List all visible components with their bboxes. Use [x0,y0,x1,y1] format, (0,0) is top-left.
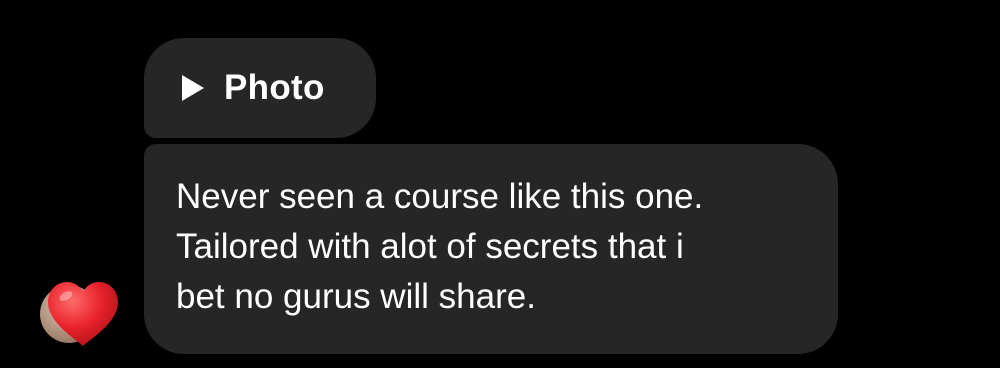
text-message-bubble[interactable]: Never seen a course like this one. Tailo… [144,144,838,354]
photo-label: Photo [224,68,325,107]
message-line: bet no gurus will share. [176,277,536,316]
play-icon [182,75,204,101]
message-line: Never seen a course like this one. [176,177,704,216]
message-line: Tailored with alot of secrets that i [176,227,684,266]
heart-icon[interactable] [44,278,122,350]
message-thread: Photo Never seen a course like this one.… [0,0,1000,368]
photo-message-bubble[interactable]: Photo [144,38,376,138]
